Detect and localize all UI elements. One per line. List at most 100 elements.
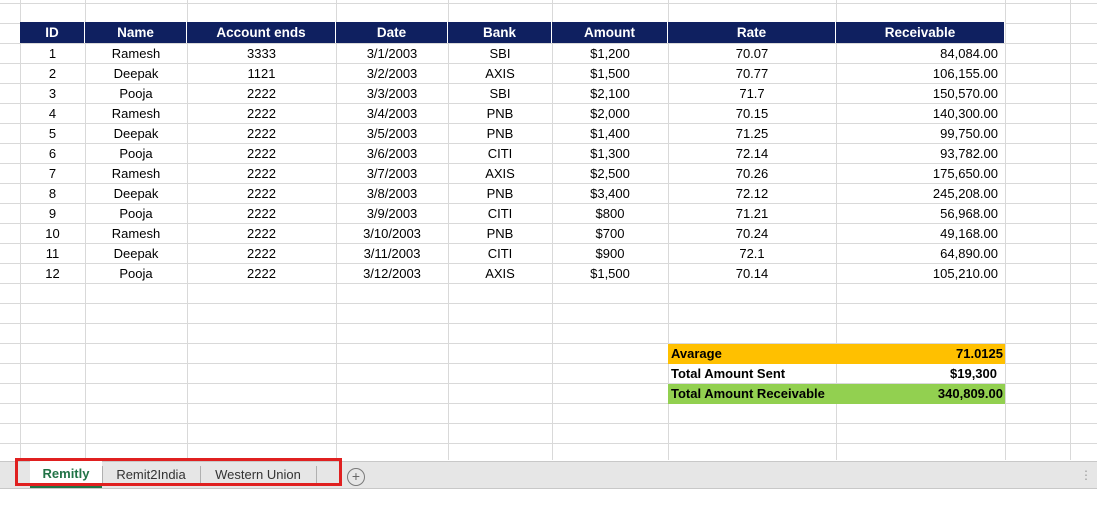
cell-rate[interactable]: 70.77 <box>668 64 836 84</box>
more-options-icon[interactable]: ⋮ <box>1080 468 1092 482</box>
cell-name[interactable]: Deepak <box>85 184 187 204</box>
cell-receivable[interactable]: 106,155.00 <box>836 64 1005 84</box>
header-rate[interactable]: Rate <box>668 22 836 43</box>
cell-bank[interactable]: CITI <box>448 244 552 264</box>
cell-date[interactable]: 3/7/2003 <box>336 164 448 184</box>
cell-name[interactable]: Deepak <box>85 124 187 144</box>
header-id[interactable]: ID <box>20 22 85 43</box>
cell-name[interactable]: Pooja <box>85 84 187 104</box>
cell-account-ends[interactable]: 2222 <box>187 264 336 284</box>
cell-name[interactable]: Ramesh <box>85 224 187 244</box>
tab-western-union[interactable]: Western Union <box>201 462 315 488</box>
cell-date[interactable]: 3/5/2003 <box>336 124 448 144</box>
cell-date[interactable]: 3/4/2003 <box>336 104 448 124</box>
cell-rate[interactable]: 72.12 <box>668 184 836 204</box>
cell-receivable[interactable]: 49,168.00 <box>836 224 1005 244</box>
cell-bank[interactable]: PNB <box>448 184 552 204</box>
header-date[interactable]: Date <box>336 22 448 43</box>
cell-account-ends[interactable]: 2222 <box>187 244 336 264</box>
cell-receivable[interactable]: 175,650.00 <box>836 164 1005 184</box>
header-amount[interactable]: Amount <box>552 22 668 43</box>
cell-amount[interactable]: $1,400 <box>552 124 668 144</box>
cell-account-ends[interactable]: 2222 <box>187 184 336 204</box>
cell-amount[interactable]: $700 <box>552 224 668 244</box>
cell-amount[interactable]: $1,500 <box>552 264 668 284</box>
cell-rate[interactable]: 70.26 <box>668 164 836 184</box>
cell-rate[interactable]: 72.14 <box>668 144 836 164</box>
cell-name[interactable]: Ramesh <box>85 164 187 184</box>
cell-rate[interactable]: 71.21 <box>668 204 836 224</box>
average-label[interactable]: Avarage <box>668 344 836 364</box>
cell-bank[interactable]: PNB <box>448 124 552 144</box>
cell-receivable[interactable]: 56,968.00 <box>836 204 1005 224</box>
cell-rate[interactable]: 70.15 <box>668 104 836 124</box>
cell-bank[interactable]: PNB <box>448 224 552 244</box>
cell-name[interactable]: Deepak <box>85 244 187 264</box>
cell-id[interactable]: 6 <box>20 144 85 164</box>
cell-id[interactable]: 8 <box>20 184 85 204</box>
cell-date[interactable]: 3/1/2003 <box>336 44 448 64</box>
cell-account-ends[interactable]: 2222 <box>187 124 336 144</box>
cell-date[interactable]: 3/11/2003 <box>336 244 448 264</box>
cell-account-ends[interactable]: 1121 <box>187 64 336 84</box>
cell-id[interactable]: 12 <box>20 264 85 284</box>
cell-date[interactable]: 3/10/2003 <box>336 224 448 244</box>
cell-account-ends[interactable]: 2222 <box>187 104 336 124</box>
cell-rate[interactable]: 71.25 <box>668 124 836 144</box>
cell-id[interactable]: 2 <box>20 64 85 84</box>
cell-id[interactable]: 1 <box>20 44 85 64</box>
cell-date[interactable]: 3/2/2003 <box>336 64 448 84</box>
total-receivable-label[interactable]: Total Amount Receivable <box>668 384 836 404</box>
cell-receivable[interactable]: 245,208.00 <box>836 184 1005 204</box>
header-account-ends[interactable]: Account ends <box>187 22 336 43</box>
add-sheet-icon[interactable]: + <box>347 468 365 486</box>
cell-receivable[interactable]: 150,570.00 <box>836 84 1005 104</box>
cell-date[interactable]: 3/6/2003 <box>336 144 448 164</box>
cell-id[interactable]: 10 <box>20 224 85 244</box>
cell-receivable[interactable]: 93,782.00 <box>836 144 1005 164</box>
cell-date[interactable]: 3/8/2003 <box>336 184 448 204</box>
cell-id[interactable]: 7 <box>20 164 85 184</box>
total-receivable-value[interactable]: 340,809.00 <box>836 384 1005 404</box>
cell-bank[interactable]: PNB <box>448 104 552 124</box>
cell-amount[interactable]: $2,500 <box>552 164 668 184</box>
cell-amount[interactable]: $1,200 <box>552 44 668 64</box>
cell-rate[interactable]: 71.7 <box>668 84 836 104</box>
cell-name[interactable]: Pooja <box>85 264 187 284</box>
cell-account-ends[interactable]: 2222 <box>187 164 336 184</box>
cell-account-ends[interactable]: 2222 <box>187 204 336 224</box>
tab-remitly[interactable]: Remitly <box>30 461 102 488</box>
cell-name[interactable]: Pooja <box>85 144 187 164</box>
cell-receivable[interactable]: 84,084.00 <box>836 44 1005 64</box>
cell-account-ends[interactable]: 3333 <box>187 44 336 64</box>
cell-amount[interactable]: $2,100 <box>552 84 668 104</box>
cell-rate[interactable]: 70.24 <box>668 224 836 244</box>
cell-id[interactable]: 9 <box>20 204 85 224</box>
header-bank[interactable]: Bank <box>448 22 552 43</box>
cell-amount[interactable]: $2,000 <box>552 104 668 124</box>
spreadsheet-grid[interactable]: ID Name Account ends Date Bank Amount Rate Rece… <box>0 0 1097 460</box>
cell-amount[interactable]: $1,500 <box>552 64 668 84</box>
cell-amount[interactable]: $900 <box>552 244 668 264</box>
cell-date[interactable]: 3/3/2003 <box>336 84 448 104</box>
average-value[interactable]: 71.0125 <box>836 344 1005 364</box>
cell-name[interactable]: Ramesh <box>85 104 187 124</box>
cell-id[interactable]: 11 <box>20 244 85 264</box>
cell-date[interactable]: 3/9/2003 <box>336 204 448 224</box>
cell-name[interactable]: Pooja <box>85 204 187 224</box>
cell-account-ends[interactable]: 2222 <box>187 224 336 244</box>
cell-bank[interactable]: SBI <box>448 84 552 104</box>
cell-name[interactable]: Deepak <box>85 64 187 84</box>
cell-rate[interactable]: 70.07 <box>668 44 836 64</box>
cell-rate[interactable]: 72.1 <box>668 244 836 264</box>
tab-remit2india[interactable]: Remit2India <box>103 462 199 488</box>
cell-id[interactable]: 4 <box>20 104 85 124</box>
cell-bank[interactable]: AXIS <box>448 264 552 284</box>
cell-rate[interactable]: 70.14 <box>668 264 836 284</box>
cell-receivable[interactable]: 140,300.00 <box>836 104 1005 124</box>
cell-id[interactable]: 5 <box>20 124 85 144</box>
cell-receivable[interactable]: 99,750.00 <box>836 124 1005 144</box>
cell-amount[interactable]: $1,300 <box>552 144 668 164</box>
cell-id[interactable]: 3 <box>20 84 85 104</box>
cell-bank[interactable]: CITI <box>448 204 552 224</box>
